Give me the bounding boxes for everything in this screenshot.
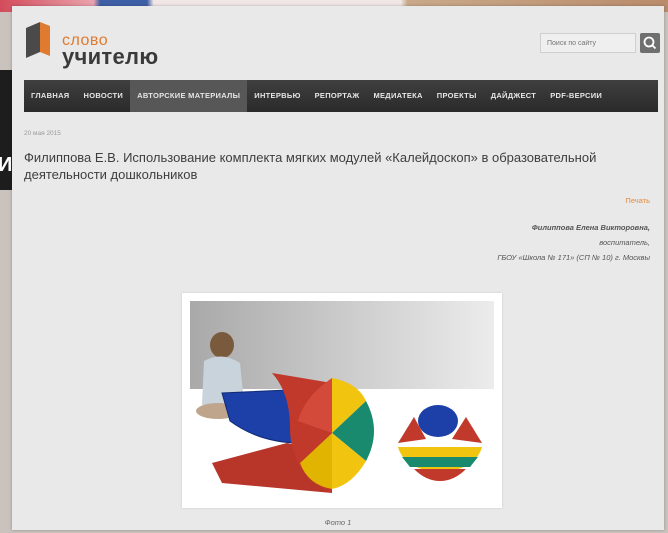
nav-item-digest[interactable]: ДАЙДЖЕСТ — [484, 80, 544, 112]
author-role: воспитатель, — [599, 238, 650, 247]
nav-item-news[interactable]: НОВОСТИ — [76, 80, 130, 112]
author-name: Филиппова Елена Викторовна, — [531, 223, 650, 232]
photo-caption: Фото 1 — [324, 518, 352, 527]
search-box — [540, 33, 660, 53]
search-icon — [643, 36, 657, 50]
nav-item-report[interactable]: РЕПОРТАЖ — [308, 80, 367, 112]
author-org: ГБОУ «Школа № 171» (СП № 10) г. Москвы — [497, 253, 650, 262]
site-logo[interactable]: слово учителю — [24, 20, 184, 70]
background-left-block: И — [0, 70, 12, 190]
logo-book-icon — [26, 22, 50, 58]
nav-item-projects[interactable]: ПРОЕКТЫ — [430, 80, 484, 112]
nav-item-interview[interactable]: ИНТЕРВЬЮ — [247, 80, 307, 112]
logo-text-bottom: учителю — [62, 44, 159, 69]
article-date: 20 мая 2015 — [24, 130, 61, 137]
article-title: Филиппова Е.В. Использование комплекта м… — [24, 150, 597, 182]
print-link[interactable]: Печать — [625, 196, 650, 205]
article-photo — [182, 293, 502, 508]
web-page: слово учителю ГЛАВНАЯ НОВОСТИ АВТОРСКИЕ … — [12, 6, 664, 530]
author-block: Филиппова Елена Викторовна, воспитатель,… — [497, 220, 650, 265]
search-button[interactable] — [640, 33, 660, 53]
nav-item-media[interactable]: МЕДИАТЕКА — [366, 80, 429, 112]
soft-modules-photo — [190, 301, 494, 493]
nav-item-pdf[interactable]: PDF-ВЕРСИИ — [543, 80, 609, 112]
search-input[interactable] — [540, 33, 636, 53]
nav-item-author-materials[interactable]: АВТОРСКИЕ МАТЕРИАЛЫ — [130, 80, 248, 112]
background-side-text: И — [0, 154, 13, 176]
nav-item-home[interactable]: ГЛАВНАЯ — [24, 80, 76, 112]
main-nav: ГЛАВНАЯ НОВОСТИ АВТОРСКИЕ МАТЕРИАЛЫ ИНТЕ… — [24, 80, 658, 112]
